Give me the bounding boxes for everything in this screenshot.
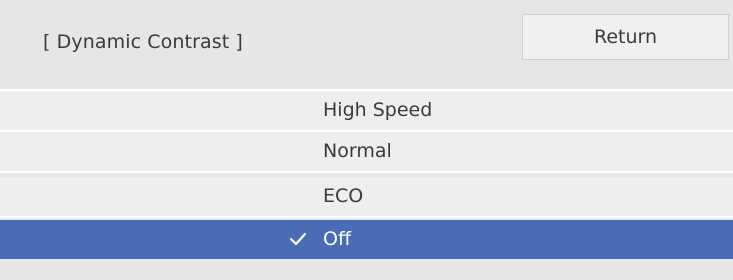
option-label: ECO (323, 185, 364, 207)
option-eco[interactable]: ECO (0, 177, 733, 216)
dynamic-contrast-dialog: [ Dynamic Contrast ] Return High Speed N… (0, 0, 733, 280)
option-label: Normal (323, 140, 392, 162)
option-label: High Speed (323, 99, 433, 121)
option-off[interactable]: Off (0, 220, 733, 259)
dialog-header: [ Dynamic Contrast ] Return (0, 0, 733, 89)
divider (0, 171, 733, 173)
return-button[interactable]: Return (522, 14, 729, 60)
option-normal[interactable]: Normal (0, 132, 733, 171)
option-high-speed[interactable]: High Speed (0, 91, 733, 130)
option-label: Off (323, 228, 352, 250)
dialog-footer (0, 262, 733, 280)
divider (0, 216, 733, 218)
check-icon (289, 232, 307, 246)
dialog-title: [ Dynamic Contrast ] (43, 31, 243, 53)
